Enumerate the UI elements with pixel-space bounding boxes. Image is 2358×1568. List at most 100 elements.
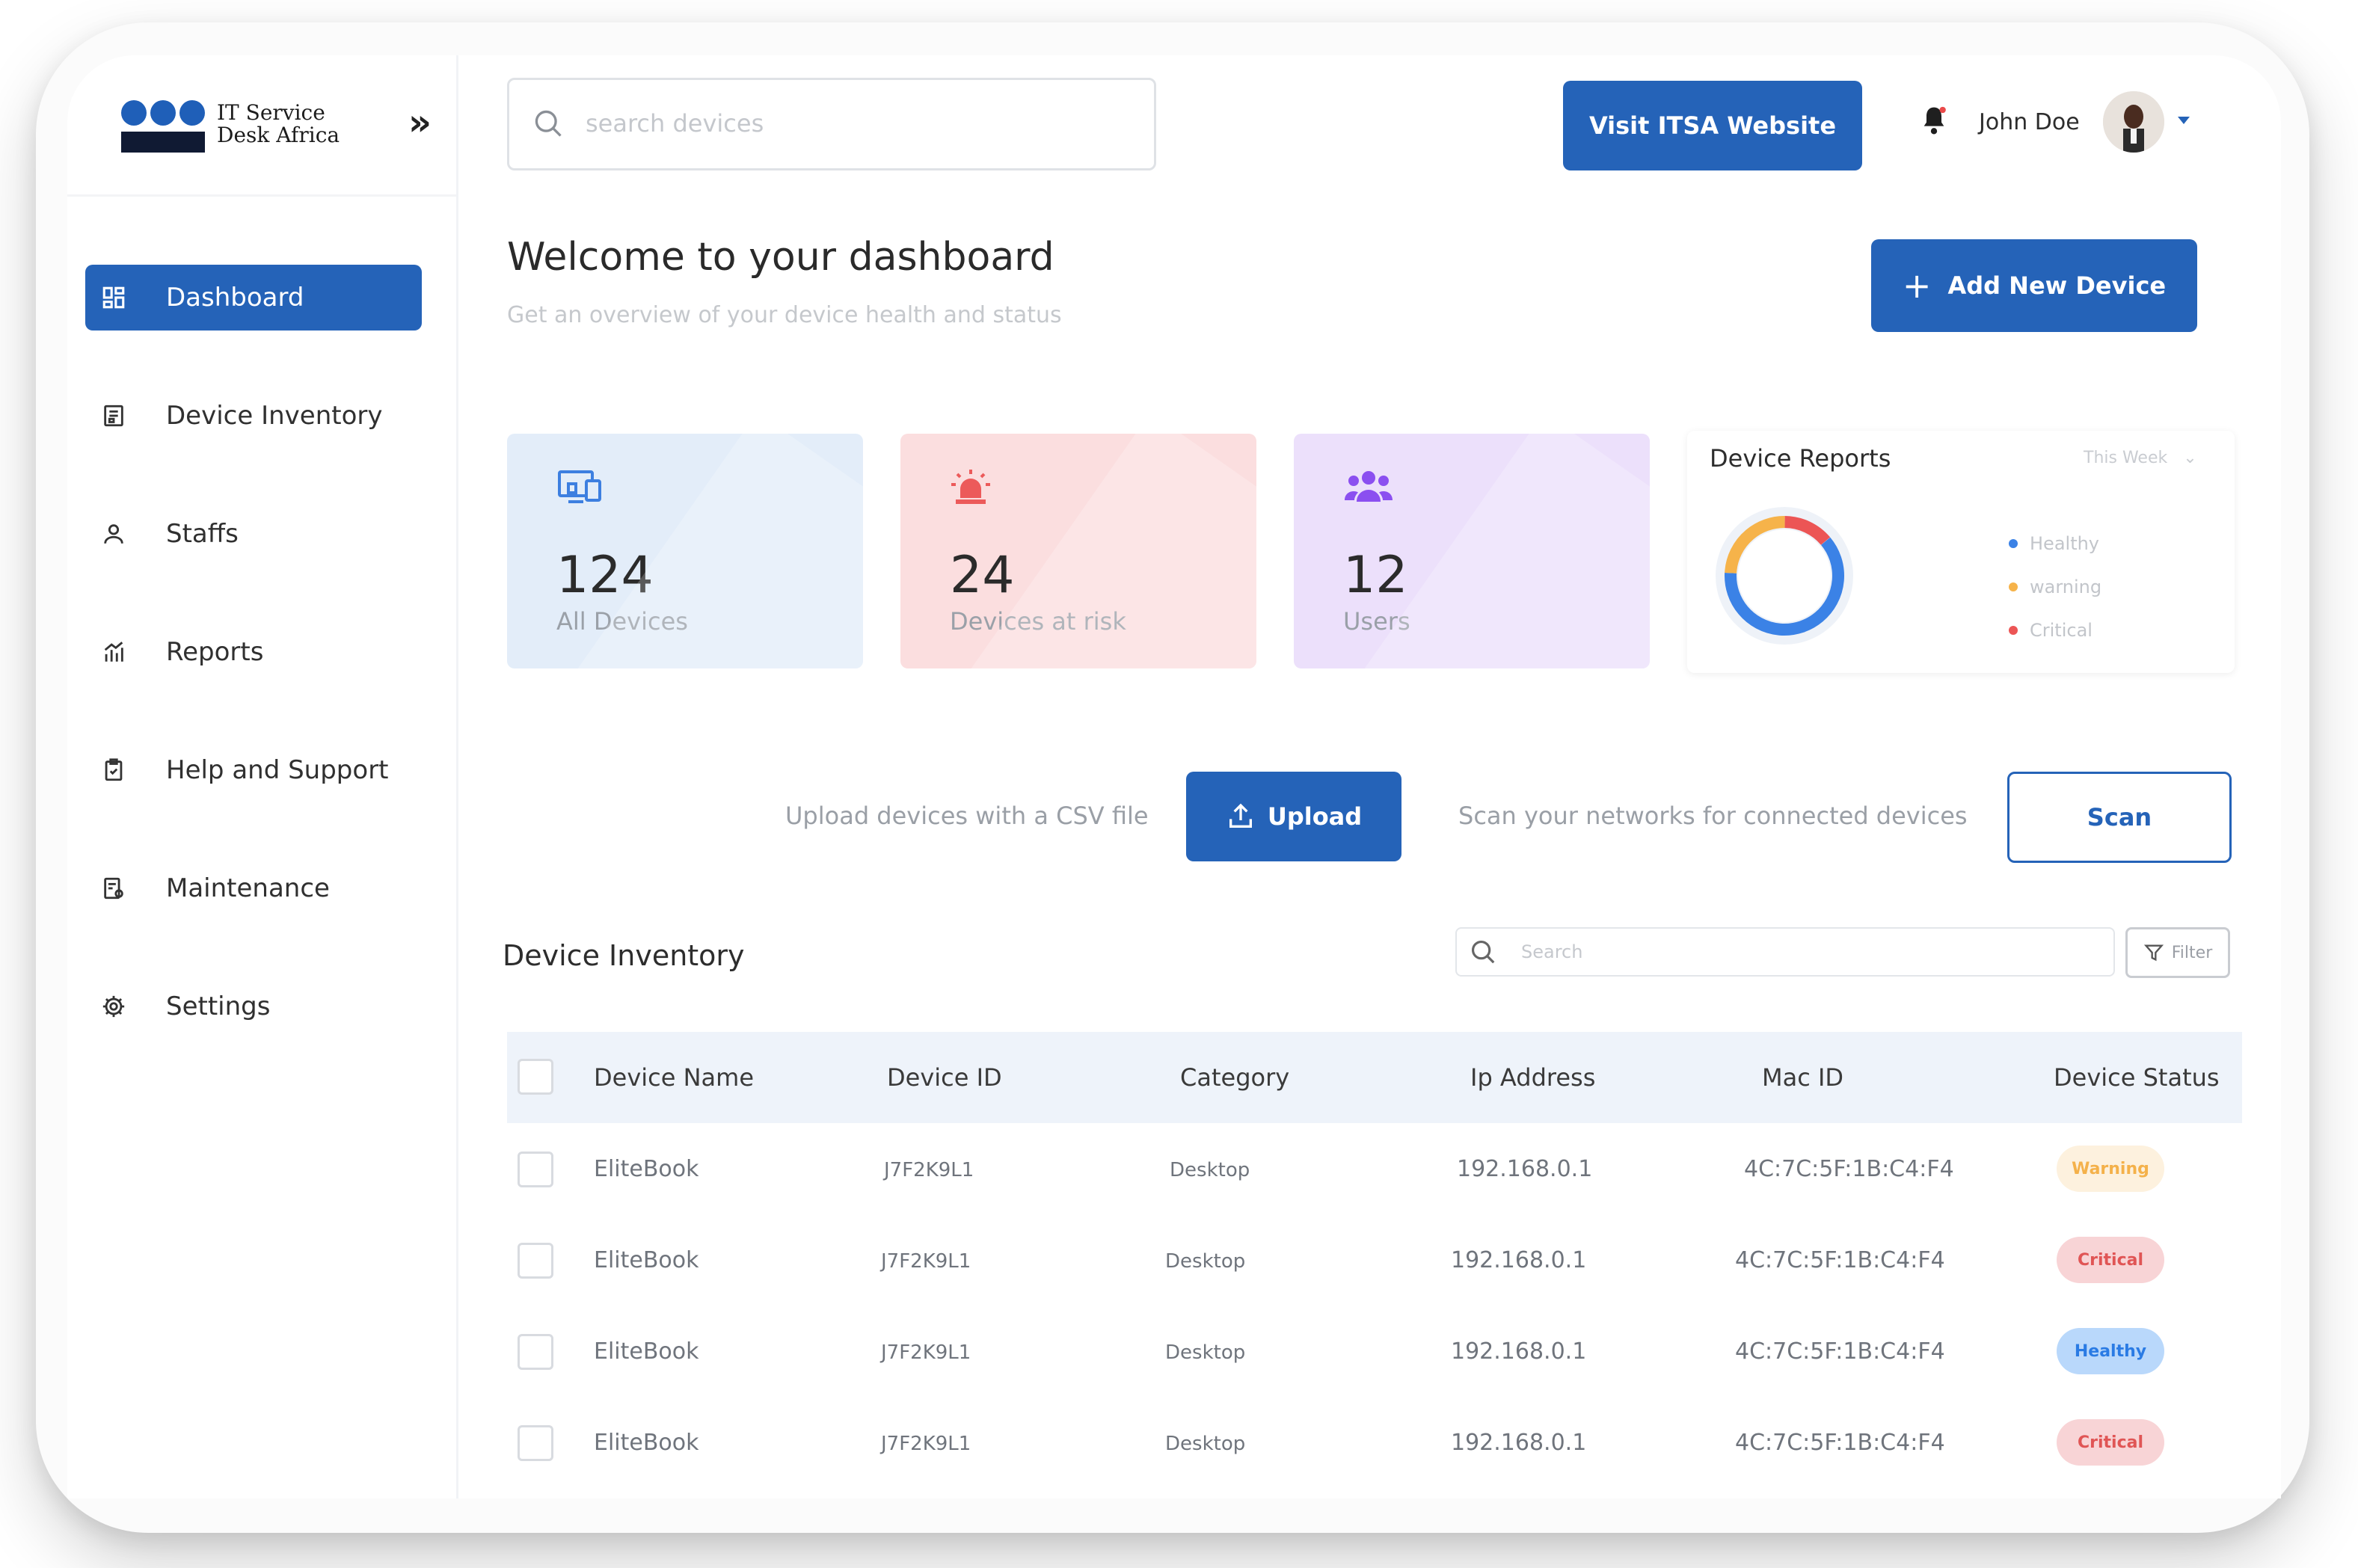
logo-bar: [121, 132, 205, 153]
dashboard-icon: [97, 281, 130, 314]
sidebar-item-help-and-support[interactable]: Help and Support: [85, 737, 422, 803]
user-icon: [97, 517, 130, 550]
period-dropdown[interactable]: This Week ⌄: [2084, 449, 2197, 467]
cell-device-name: EliteBook: [594, 1247, 699, 1273]
upload-button[interactable]: Upload: [1186, 772, 1401, 861]
inventory-search-input[interactable]: [1520, 938, 2091, 966]
plus-icon: +: [1902, 265, 1932, 306]
maintenance-icon: [97, 872, 130, 905]
stat-value: 24: [950, 546, 1015, 605]
row-checkbox[interactable]: [518, 1152, 553, 1187]
cell-device-id: J7F2K9L1: [881, 1433, 971, 1455]
stat-label: Devices at risk: [950, 607, 1126, 636]
scan-button[interactable]: Scan: [2007, 772, 2232, 863]
legend-label: Critical: [2030, 620, 2093, 641]
sidebar-item-settings[interactable]: Settings: [85, 974, 422, 1039]
stat-label: Users: [1343, 607, 1410, 636]
column-header-mac-id[interactable]: Mac ID: [1762, 1063, 1843, 1092]
user-menu-chevron-down-icon[interactable]: [2178, 117, 2190, 124]
filter-button[interactable]: Filter: [2125, 927, 2230, 978]
bell-icon[interactable]: [1919, 105, 1949, 141]
sidebar-item-label: Reports: [166, 637, 264, 667]
sidebar-nav: Dashboard Device Inventory Staffs Report…: [85, 265, 422, 1092]
cell-ip-address: 192.168.0.1: [1457, 1156, 1593, 1182]
cell-category: Desktop: [1165, 1250, 1246, 1273]
clipboard-icon: [97, 754, 130, 787]
cell-category: Desktop: [1170, 1159, 1250, 1181]
sidebar-item-device-inventory[interactable]: Device Inventory: [85, 383, 422, 449]
legend-item-warning: warning: [2009, 565, 2101, 609]
row-checkbox[interactable]: [518, 1425, 553, 1461]
cell-mac-id: 4C:7C:5F:1B:C4:F4: [1735, 1338, 1945, 1365]
cell-mac-id: 4C:7C:5F:1B:C4:F4: [1735, 1247, 1945, 1273]
avatar[interactable]: [2103, 91, 2164, 153]
cell-ip-address: 192.168.0.1: [1451, 1430, 1587, 1456]
row-checkbox[interactable]: [518, 1334, 553, 1370]
sidebar-item-maintenance[interactable]: Maintenance: [85, 855, 422, 921]
collapse-sidebar-icon[interactable]: »: [408, 105, 432, 141]
select-all-checkbox[interactable]: [518, 1059, 553, 1095]
legend-label: warning: [2030, 577, 2102, 597]
table-row[interactable]: EliteBook J7F2K9L1 Desktop 192.168.0.1 4…: [507, 1214, 2242, 1306]
table-row[interactable]: EliteBook J7F2K9L1 Desktop 192.168.0.1 4…: [507, 1306, 2242, 1397]
column-header-category[interactable]: Category: [1180, 1063, 1289, 1092]
sidebar-item-label: Dashboard: [166, 283, 304, 313]
sidebar-item-label: Settings: [166, 991, 271, 1021]
row-checkbox[interactable]: [518, 1243, 553, 1279]
sidebar-item-staffs[interactable]: Staffs: [85, 501, 422, 567]
add-new-device-button[interactable]: + Add New Device: [1871, 239, 2197, 332]
device-reports-title: Device Reports: [1710, 444, 1891, 473]
table-row[interactable]: EliteBook J7F2K9L1 Desktop 192.168.0.1 4…: [507, 1397, 2242, 1488]
sidebar-item-label: Help and Support: [166, 755, 389, 785]
alarm-icon: [950, 468, 992, 510]
gear-icon: [97, 990, 130, 1023]
column-header-device-name[interactable]: Device Name: [594, 1063, 754, 1092]
device-reports-card: Device Reports This Week ⌄ Healthy warni…: [1687, 431, 2235, 673]
brand-logo[interactable]: IT Service Desk Africa: [121, 97, 435, 165]
stat-card-users[interactable]: 12 Users: [1294, 434, 1650, 668]
page-subtitle: Get an overview of your device health an…: [507, 302, 1062, 328]
table-row[interactable]: EliteBook J7F2K9L1 Desktop 192.168.0.1 4…: [507, 1123, 2242, 1214]
sidebar-item-label: Device Inventory: [166, 401, 383, 431]
scan-hint: Scan your networks for connected devices: [1458, 802, 1968, 830]
page-title: Welcome to your dashboard: [507, 235, 1054, 280]
chart-legend: Healthy warning Critical: [2009, 522, 2101, 652]
legend-item-healthy: Healthy: [2009, 522, 2101, 565]
search-bar: [507, 78, 1156, 170]
stat-label: All Devices: [556, 607, 688, 636]
status-badge: Critical: [2057, 1419, 2164, 1466]
cell-device-name: EliteBook: [594, 1156, 699, 1182]
column-header-ip-address[interactable]: Ip Address: [1470, 1063, 1595, 1092]
column-header-device-status[interactable]: Device Status: [2054, 1063, 2220, 1092]
add-new-device-label: Add New Device: [1947, 271, 2167, 300]
stat-value: 124: [556, 546, 654, 605]
sidebar-item-reports[interactable]: Reports: [85, 619, 422, 685]
cell-mac-id: 4C:7C:5F:1B:C4:F4: [1735, 1430, 1945, 1456]
search-icon: [1469, 938, 1497, 969]
visit-website-label: Visit ITSA Website: [1588, 111, 1837, 140]
sidebar-item-label: Staffs: [166, 519, 239, 549]
devices-icon: [556, 468, 604, 508]
upload-label: Upload: [1267, 802, 1363, 831]
cell-device-id: J7F2K9L1: [884, 1159, 974, 1181]
stat-card-all-devices[interactable]: 124 All Devices: [507, 434, 863, 668]
upload-hint: Upload devices with a CSV file: [785, 802, 1149, 830]
scan-label: Scan: [2087, 803, 2152, 831]
app-screen: IT Service Desk Africa » Dashboard Devic…: [67, 55, 2281, 1498]
cell-ip-address: 192.168.0.1: [1451, 1247, 1587, 1273]
inventory-icon: [97, 399, 130, 432]
status-badge: Warning: [2057, 1146, 2164, 1192]
legend-item-critical: Critical: [2009, 609, 2101, 652]
device-status-donut-chart: [1710, 501, 1859, 654]
cell-ip-address: 192.168.0.1: [1451, 1338, 1587, 1365]
column-header-device-id[interactable]: Device ID: [887, 1063, 1002, 1092]
visit-website-button[interactable]: Visit ITSA Website: [1563, 81, 1862, 170]
chevron-down-icon: ⌄: [2183, 449, 2197, 467]
search-devices-input[interactable]: [584, 102, 1111, 144]
stat-card-devices-at-risk[interactable]: 24 Devices at risk: [900, 434, 1256, 668]
cell-device-id: J7F2K9L1: [881, 1341, 971, 1364]
upload-icon: [1229, 803, 1252, 828]
inventory-title: Device Inventory: [503, 939, 745, 972]
brand-name: IT Service Desk Africa: [217, 100, 340, 147]
sidebar-item-dashboard[interactable]: Dashboard: [85, 265, 422, 330]
